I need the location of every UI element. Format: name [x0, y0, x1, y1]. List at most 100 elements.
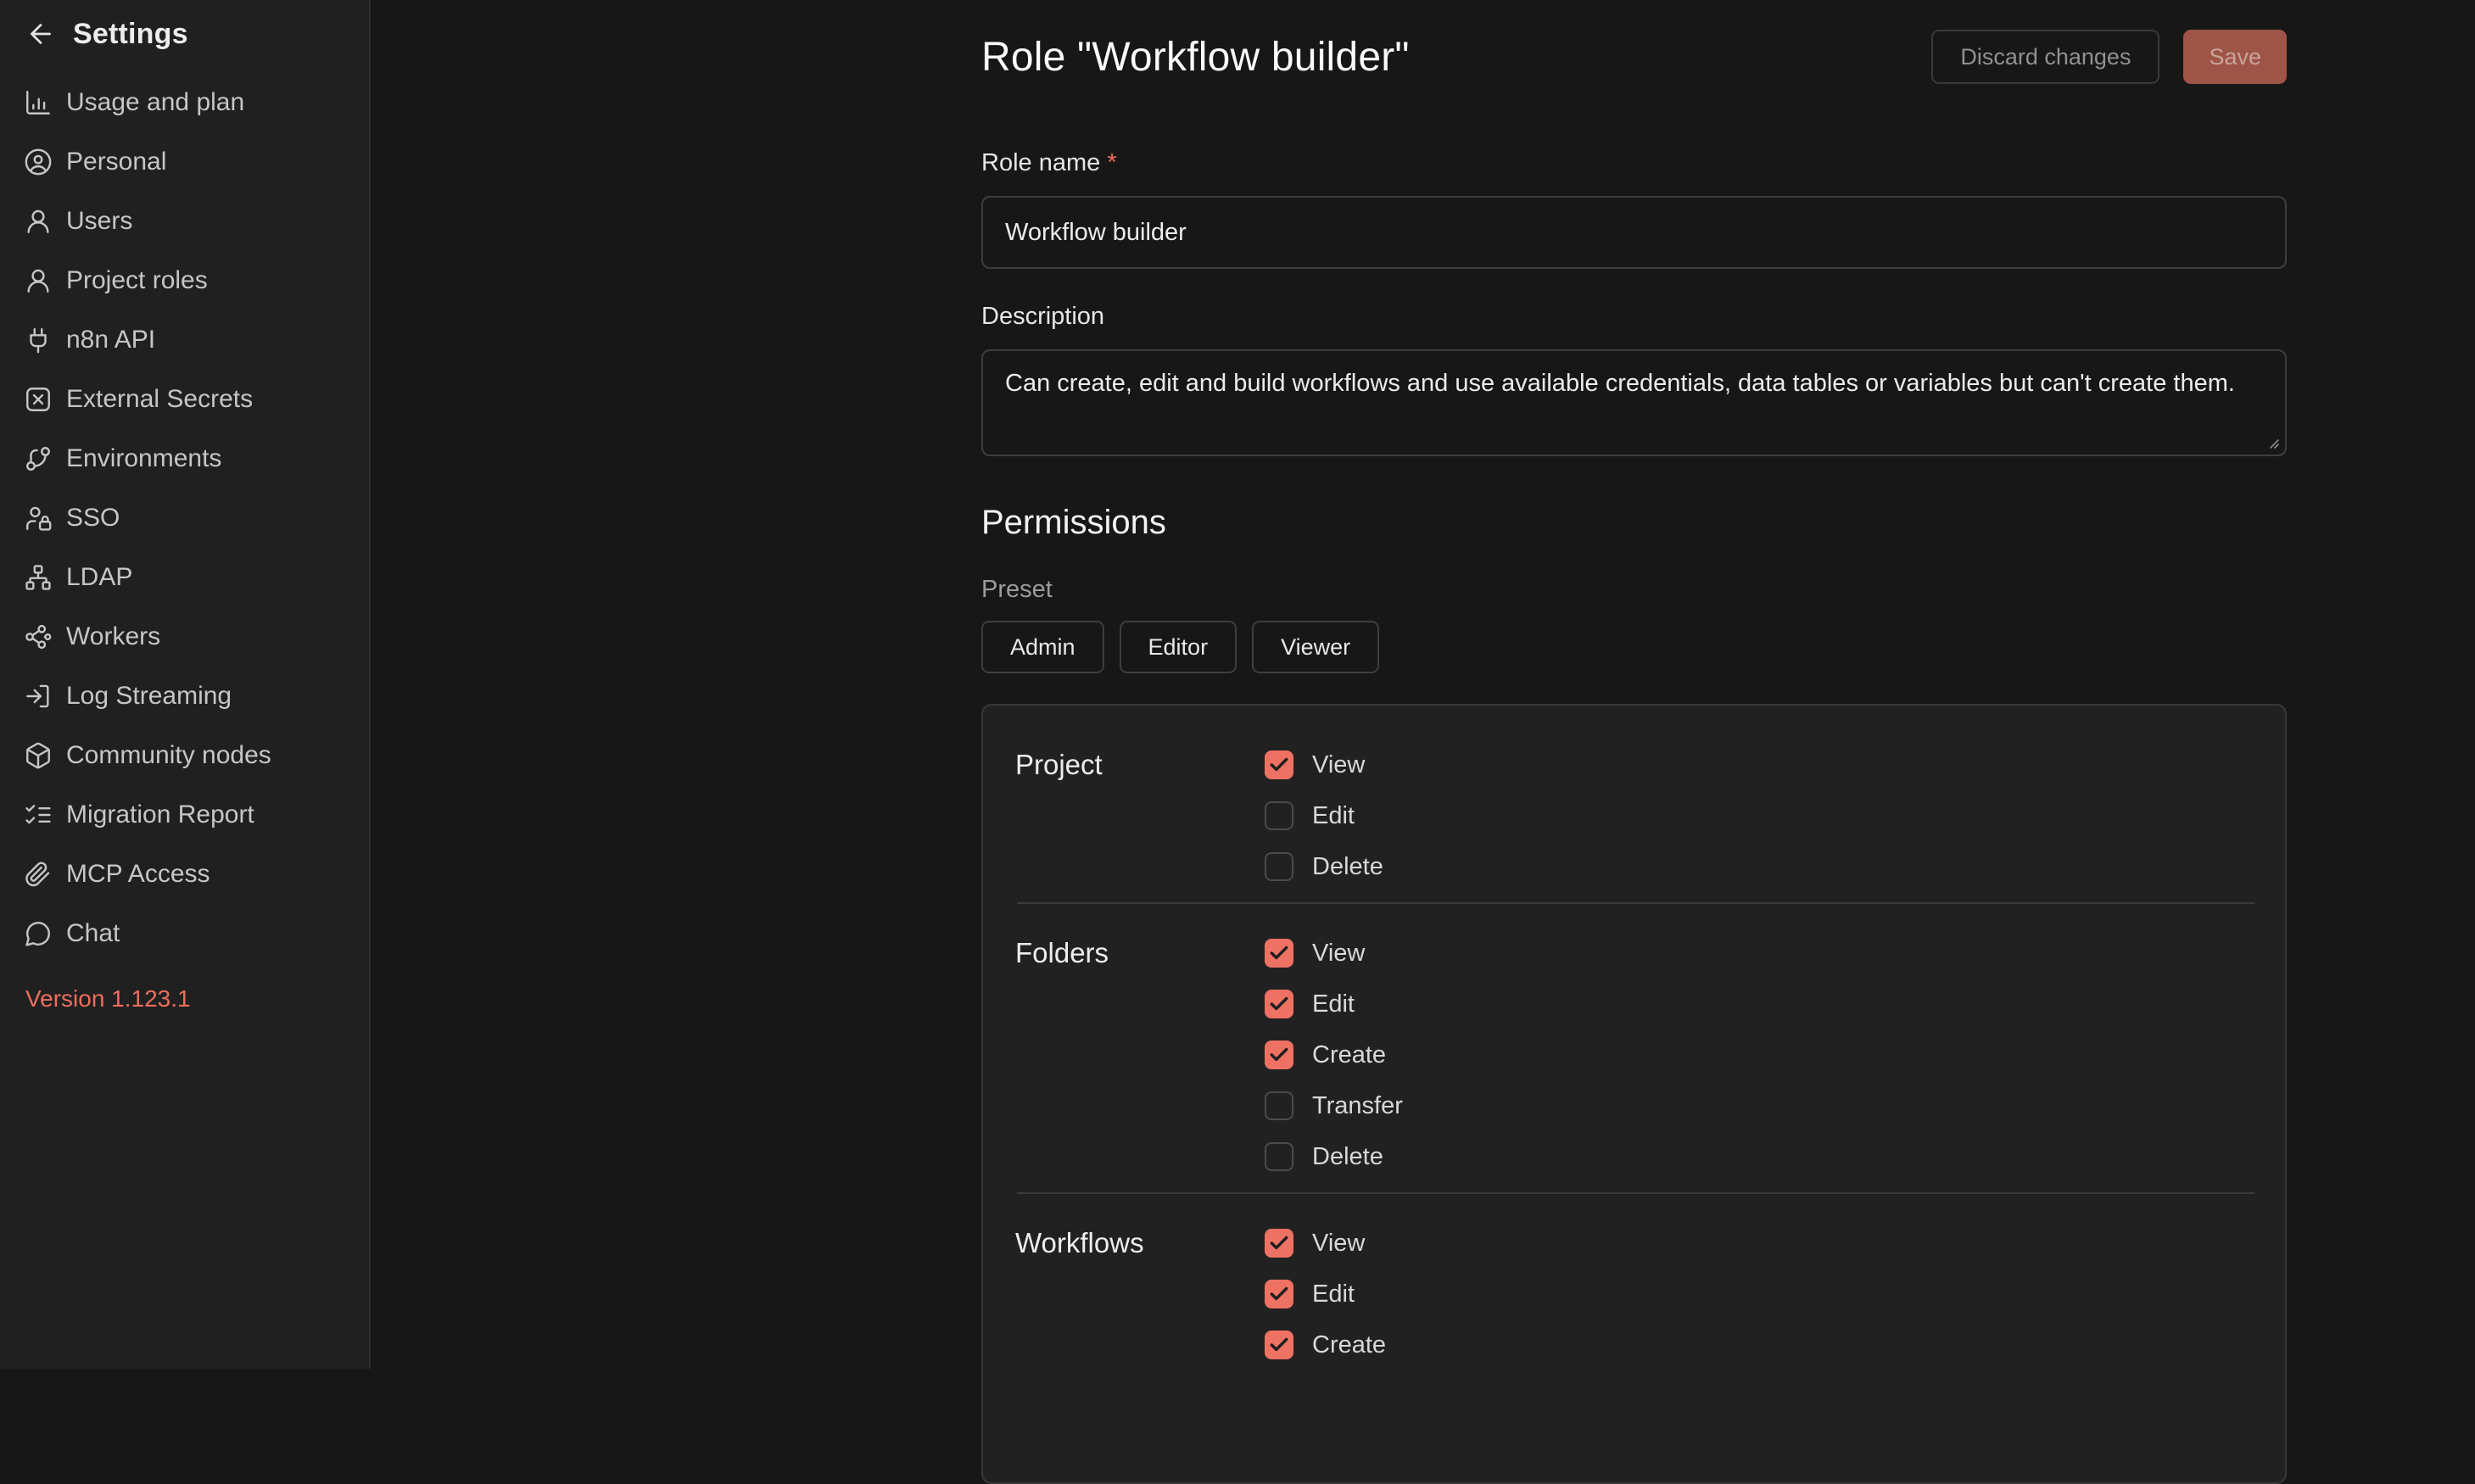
- git-branch-icon: [24, 444, 53, 473]
- permission-row-project-edit: Edit: [1265, 790, 2254, 841]
- checkbox-label: Edit: [1312, 990, 1355, 1018]
- sidebar-item-label: Project roles: [66, 266, 208, 295]
- sidebar-item-label: External Secrets: [66, 385, 253, 414]
- permission-row-folders-delete: Delete: [1265, 1131, 2254, 1182]
- required-asterisk: *: [1107, 149, 1116, 176]
- sidebar-item-label: Users: [66, 207, 132, 236]
- sidebar-item-personal[interactable]: Personal: [0, 132, 369, 192]
- description-textarea[interactable]: Can create, edit and build workflows and…: [981, 349, 2287, 456]
- vault-icon: [24, 385, 53, 414]
- permission-row-folders-transfer: Transfer: [1265, 1080, 2254, 1131]
- sidebar-item-project-roles[interactable]: Project roles: [0, 251, 369, 310]
- sidebar-item-environments[interactable]: Environments: [0, 429, 369, 488]
- checkbox-workflows-create[interactable]: [1265, 1331, 1293, 1359]
- preset-label: Preset: [981, 576, 2287, 604]
- checkbox-workflows-view[interactable]: [1265, 1229, 1293, 1258]
- user-circle-icon: [24, 148, 53, 176]
- sidebar-item-sso[interactable]: SSO: [0, 488, 369, 548]
- preset-button-editor[interactable]: Editor: [1120, 621, 1238, 673]
- checkbox-label: Create: [1312, 1041, 1386, 1069]
- sidebar-item-label: LDAP: [66, 563, 132, 592]
- page-header: Role "Workflow builder" Discard changes …: [981, 27, 2287, 86]
- role-name-input[interactable]: [981, 196, 2287, 269]
- sidebar-item-ldap[interactable]: LDAP: [0, 548, 369, 607]
- description-label: Description: [981, 303, 2287, 331]
- permission-row-project-view: View: [1265, 739, 2254, 790]
- preset-buttons: Admin Editor Viewer: [981, 621, 2287, 673]
- sidebar-item-workers[interactable]: Workers: [0, 607, 369, 667]
- permission-row-workflows-create: Create: [1265, 1319, 2254, 1370]
- sidebar-item-label: Community nodes: [66, 741, 271, 770]
- permission-row-workflows-view: View: [1265, 1218, 2254, 1269]
- checkbox-folders-edit[interactable]: [1265, 990, 1293, 1018]
- resize-handle-icon[interactable]: [2264, 433, 2281, 450]
- list-checks-icon: [24, 801, 53, 829]
- permission-row-project-delete: Delete: [1265, 841, 2254, 892]
- permission-group-folders: FoldersViewEditCreateTransferDelete: [1015, 928, 2254, 1182]
- sidebar-item-label: Log Streaming: [66, 682, 232, 711]
- save-button[interactable]: Save: [2183, 30, 2287, 84]
- sidebar-item-mcp-access[interactable]: MCP Access: [0, 845, 369, 904]
- group-divider: [1017, 902, 2254, 904]
- checkbox-workflows-edit[interactable]: [1265, 1280, 1293, 1308]
- sidebar-item-label: SSO: [66, 504, 120, 533]
- checkbox-label: Edit: [1312, 802, 1355, 830]
- sidebar-item-label: n8n API: [66, 326, 155, 354]
- sidebar-item-users[interactable]: Users: [0, 192, 369, 251]
- sidebar-item-label: Workers: [66, 622, 160, 651]
- permission-group-project: Project View Edit Delete: [1015, 739, 2254, 892]
- sidebar-item-label: Personal: [66, 148, 166, 176]
- checkbox-folders-delete[interactable]: [1265, 1142, 1293, 1171]
- permissions-heading: Permissions: [981, 504, 2287, 542]
- sidebar-item-label: Chat: [66, 919, 120, 948]
- chart-column-icon: [24, 88, 53, 117]
- sidebar-nav: Usage and plan Personal Users Project roles…: [0, 73, 369, 963]
- checkbox-project-edit[interactable]: [1265, 801, 1293, 830]
- share-network-icon: [24, 622, 53, 651]
- user-lock-icon: [24, 504, 53, 533]
- sidebar-item-usage-and-plan[interactable]: Usage and plan: [0, 73, 369, 132]
- permission-row-folders-edit: Edit: [1265, 979, 2254, 1029]
- checkbox-label: View: [1312, 1230, 1365, 1258]
- permissions-panel: ProjectViewEditDeleteFoldersViewEditCrea…: [981, 704, 2287, 1484]
- sidebar-item-log-streaming[interactable]: Log Streaming: [0, 667, 369, 726]
- user-icon: [24, 207, 53, 236]
- preset-button-viewer[interactable]: Viewer: [1252, 621, 1379, 673]
- main-area: Role "Workflow builder" Discard changes …: [372, 0, 2475, 1369]
- sidebar-title: Settings: [73, 18, 188, 51]
- package-icon: [24, 741, 53, 770]
- permission-row-folders-view: View: [1265, 928, 2254, 979]
- permission-group-workflows: WorkflowsViewEditCreate: [1015, 1218, 2254, 1370]
- checkbox-label: View: [1312, 751, 1365, 779]
- checkbox-project-delete[interactable]: [1265, 852, 1293, 881]
- sidebar-item-external-secrets[interactable]: External Secrets: [0, 370, 369, 429]
- sidebar-item-chat[interactable]: Chat: [0, 904, 369, 963]
- sidebar-item-migration-report[interactable]: Migration Report: [0, 785, 369, 845]
- preset-button-admin[interactable]: Admin: [981, 621, 1104, 673]
- discard-changes-button[interactable]: Discard changes: [1931, 30, 2159, 84]
- version-label[interactable]: Version 1.123.1: [0, 985, 369, 1013]
- arrow-left-icon[interactable]: [25, 19, 56, 49]
- permission-row-workflows-edit: Edit: [1265, 1269, 2254, 1319]
- page-title: Role "Workflow builder": [981, 34, 1410, 81]
- sidebar-item-label: Migration Report: [66, 801, 254, 829]
- user-icon: [24, 266, 53, 295]
- checkbox-label: Edit: [1312, 1280, 1355, 1308]
- sidebar-item-n8n-api[interactable]: n8n API: [0, 310, 369, 370]
- checkbox-folders-transfer[interactable]: [1265, 1091, 1293, 1120]
- sidebar-item-community-nodes[interactable]: Community nodes: [0, 726, 369, 785]
- checkbox-label: Delete: [1312, 1143, 1383, 1171]
- checkbox-label: View: [1312, 940, 1365, 968]
- group-divider: [1017, 1192, 2254, 1194]
- mcp-icon: [24, 860, 53, 889]
- checkbox-project-view[interactable]: [1265, 750, 1293, 779]
- group-label: Project: [1015, 739, 1265, 892]
- checkbox-folders-create[interactable]: [1265, 1040, 1293, 1069]
- chat-bubble-icon: [24, 919, 53, 948]
- sidebar-header: Settings: [0, 12, 369, 56]
- permission-row-folders-create: Create: [1265, 1029, 2254, 1080]
- sidebar-item-label: Environments: [66, 444, 221, 473]
- checkbox-folders-view[interactable]: [1265, 939, 1293, 968]
- checkbox-label: Create: [1312, 1331, 1386, 1359]
- role-name-label: Role name *: [981, 149, 2287, 177]
